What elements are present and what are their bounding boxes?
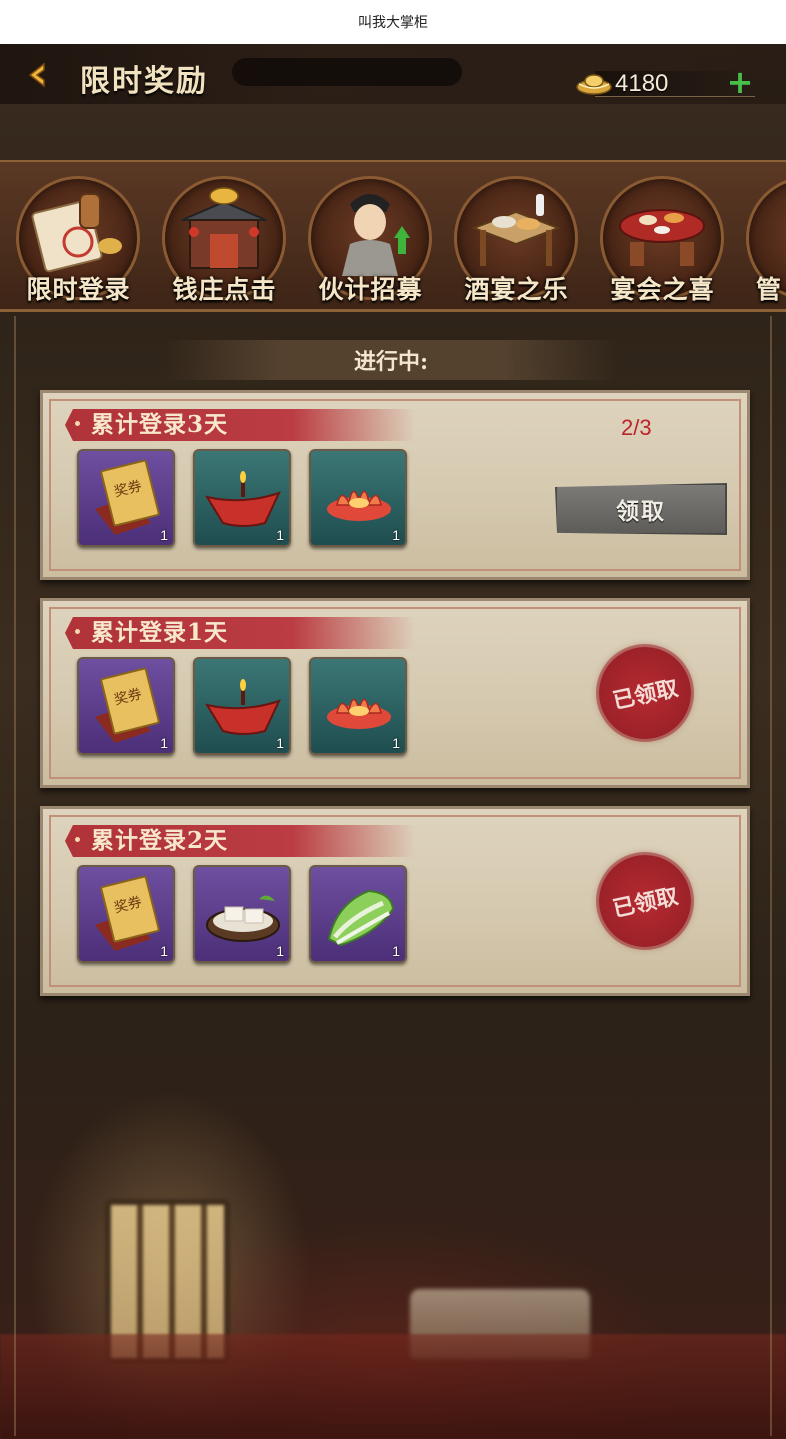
scroll-stamp-icon: [31, 193, 122, 273]
claim-button[interactable]: 领取: [555, 483, 727, 535]
claimed-stamp-label: 已领取: [610, 675, 681, 715]
tab-label: 酒宴之乐: [464, 275, 569, 304]
tab-label: 钱庄点击: [172, 275, 277, 304]
reward-item-slot[interactable]: 奖券 1: [77, 657, 175, 755]
item-count: 1: [160, 527, 168, 543]
item-count: 1: [276, 735, 284, 751]
item-count: 1: [392, 943, 400, 959]
reward-card: 累计登录1天 奖券 1 1 1 已领取: [40, 598, 750, 788]
app-title: 叫我大掌柜: [358, 15, 428, 31]
bank-building-icon: [181, 187, 267, 269]
tab-feast-delight[interactable]: 宴会之喜: [590, 170, 730, 309]
card-title: 累计登录2天: [91, 827, 229, 854]
staff-portrait-icon: [342, 194, 410, 276]
reward-voucher-icon: 奖券: [95, 459, 160, 535]
event-tab-strip: 限时登录 钱庄点击 伙计招募 酒宴之乐 宴会之喜 管: [0, 160, 786, 312]
reward-item-slot[interactable]: 奖券 1: [77, 449, 175, 547]
red-ingot-icon: [204, 471, 281, 527]
tab-label: 伙计招募: [318, 275, 423, 304]
card-title: 累计登录1天: [91, 619, 229, 646]
item-count: 1: [160, 735, 168, 751]
back-arrow-icon: [28, 62, 45, 88]
item-count: 1: [392, 735, 400, 751]
claimed-stamp: 已领取: [590, 846, 700, 956]
game-scene: 限时奖励 4180 + 限时登录 钱庄点击 伙计招募 酒宴之乐 宴会之喜 管 进…: [0, 44, 786, 1439]
reward-item-slot[interactable]: 1: [309, 865, 407, 963]
cabbage-icon: [327, 889, 395, 947]
reward-voucher-icon: 奖券: [95, 667, 160, 743]
reward-item-slot[interactable]: 1: [193, 449, 291, 547]
reward-item-slot[interactable]: 1: [309, 449, 407, 547]
back-button[interactable]: [22, 60, 58, 90]
reward-item-slot[interactable]: 1: [193, 657, 291, 755]
reward-item-slot[interactable]: 1: [193, 865, 291, 963]
tab-staff-recruit[interactable]: 伙计招募: [298, 170, 438, 309]
tab-label: 限时登录: [26, 275, 131, 304]
add-currency-button[interactable]: +: [725, 66, 755, 98]
item-count: 1: [392, 527, 400, 543]
item-count: 1: [160, 943, 168, 959]
round-feast-table-icon: [619, 209, 705, 266]
claim-button-label: 领取: [616, 498, 666, 525]
ribbon-dot: [75, 629, 80, 634]
ribbon-dot: [75, 421, 80, 426]
item-count: 1: [276, 943, 284, 959]
item-count: 1: [276, 527, 284, 543]
reward-item-slot[interactable]: 1: [309, 657, 407, 755]
currency-display: 4180 +: [575, 66, 757, 100]
card-progress: 2/3: [621, 415, 652, 440]
gold-ingot-icon: [576, 74, 612, 95]
reward-voucher-icon: 奖券: [95, 875, 160, 951]
tab-label: 宴会之喜: [610, 275, 715, 304]
card-title: 累计登录3天: [91, 411, 229, 438]
lotus-lamp-icon: [327, 490, 391, 521]
tab-limited-login[interactable]: 限时登录: [6, 170, 146, 309]
app-title-bar: 叫我大掌柜: [0, 0, 786, 44]
section-status: 进行中:: [353, 349, 429, 375]
page-title: 限时奖励: [80, 64, 208, 99]
tab-label: 管: [756, 275, 783, 304]
claimed-stamp: 已领取: [590, 638, 700, 748]
tab-bank-click[interactable]: 钱庄点击: [152, 170, 292, 309]
title-decoration: [232, 58, 462, 86]
lotus-lamp-icon: [327, 698, 391, 729]
tab-banquet-joy[interactable]: 酒宴之乐: [444, 170, 584, 309]
header-bar: 限时奖励 4180 +: [0, 44, 786, 104]
reward-card: 累计登录3天 2/3 奖券 1 1 1 领取: [40, 390, 750, 580]
claimed-stamp-label: 已领取: [610, 883, 681, 923]
ribbon-dot: [75, 837, 80, 842]
banquet-table-icon: [471, 194, 561, 266]
reward-item-slot[interactable]: 奖券 1: [77, 865, 175, 963]
currency-value: 4180: [615, 70, 669, 97]
section-header: 进行中:: [164, 340, 618, 380]
red-ingot-icon: [204, 679, 281, 735]
tab-manage[interactable]: 管: [736, 170, 786, 309]
reward-card: 累计登录2天 奖券 1 1 1 已领取: [40, 806, 750, 996]
tofu-icon: [206, 895, 280, 942]
